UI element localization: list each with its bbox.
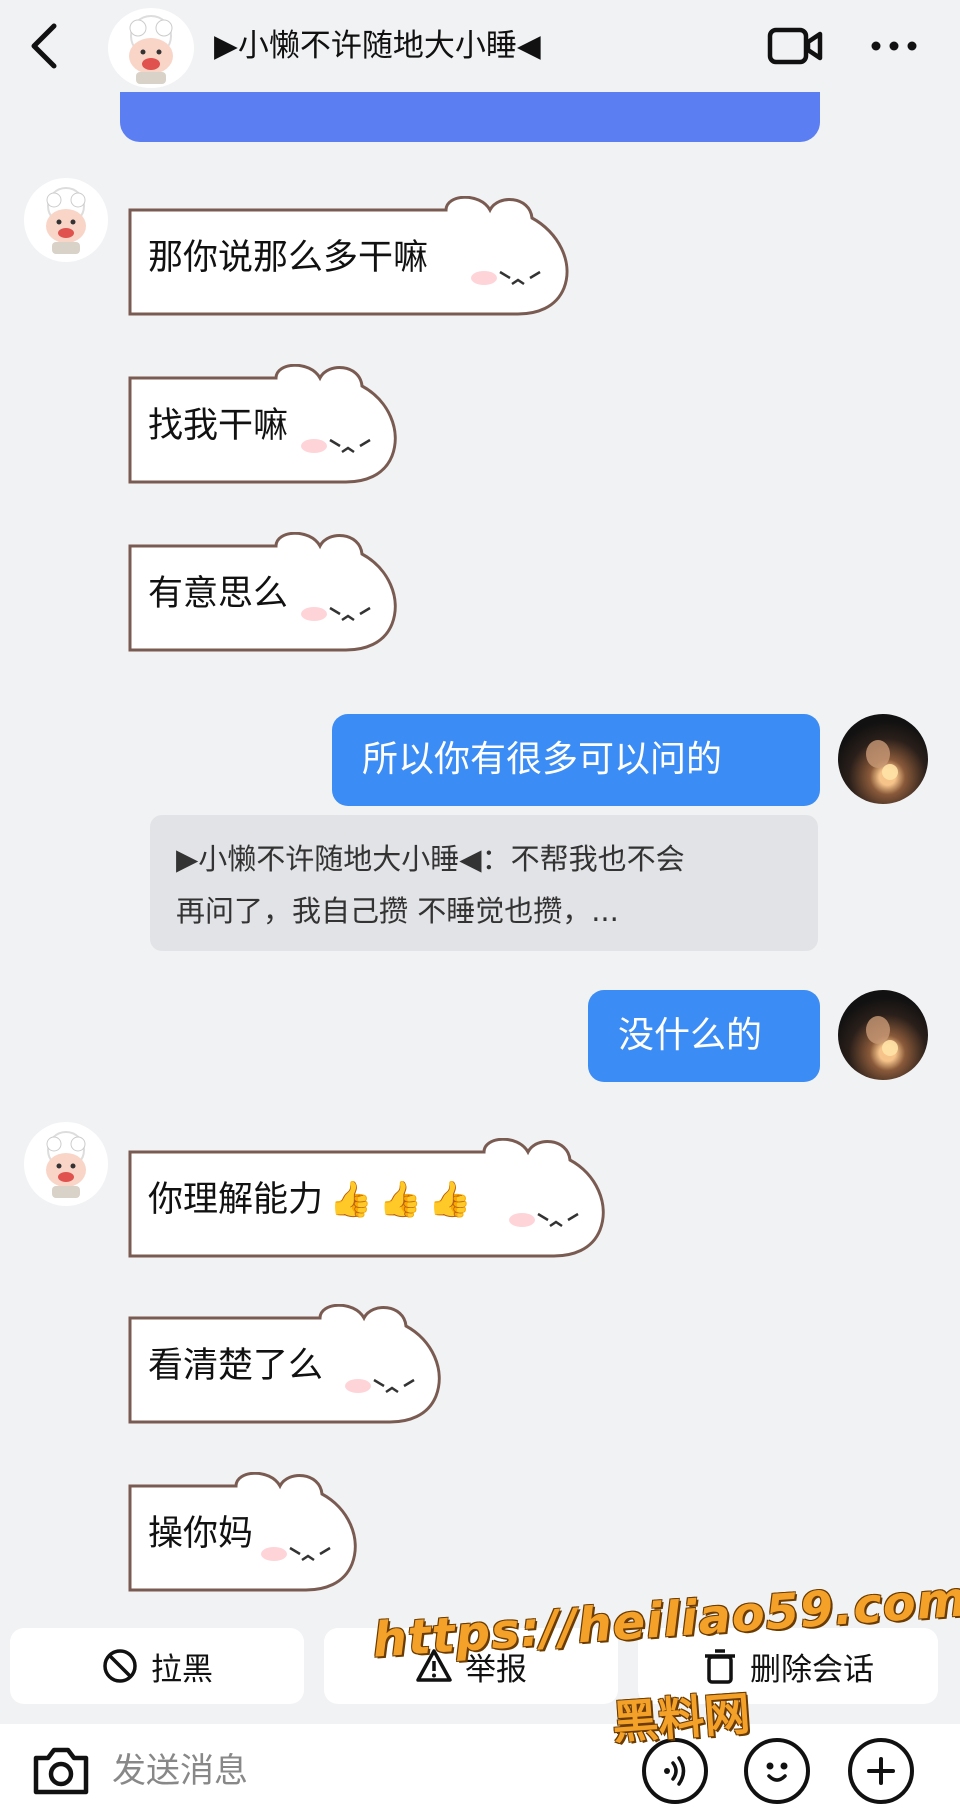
block-icon (101, 1647, 139, 1685)
sheep-avatar-icon (129, 15, 173, 84)
message-sent[interactable]: 没什么的 (588, 990, 820, 1082)
chevron-left-icon (31, 23, 57, 69)
message-input-bar (0, 1724, 960, 1816)
message-text: 你理解能力 👍👍👍 (148, 1172, 478, 1228)
message-input[interactable] (112, 1738, 612, 1804)
video-camera-icon (767, 27, 823, 65)
message-sent[interactable]: 所以你有很多可以问的 (332, 714, 820, 806)
chat-header: ▶小懒不许随地大小睡◀ (0, 0, 960, 92)
message-received[interactable]: 有意思么 (128, 532, 404, 652)
my-avatar[interactable] (838, 990, 928, 1080)
quote-line-1: ▶小懒不许随地大小睡◀：不帮我也不会 (176, 842, 685, 876)
message-received[interactable]: 那你说那么多干嘛 (128, 196, 576, 316)
message-text: 找我干嘛 (148, 406, 289, 446)
chat-title: ▶小懒不许随地大小睡◀ (214, 28, 541, 64)
quote-line-2: 再问了，我自己攒 不睡觉也攒，... (176, 894, 619, 928)
message-received[interactable]: 看清楚了么 (128, 1304, 448, 1424)
camera-button[interactable] (28, 1738, 94, 1804)
message-text: 有意思么 (148, 574, 289, 614)
message-text-main: 你理解能力 (148, 1180, 324, 1220)
delete-chat-label: 删除会话 (750, 1651, 874, 1688)
message-text: 没什么的 (618, 1015, 763, 1056)
message-text: 所以你有很多可以问的 (362, 739, 723, 780)
watermark-name: 黑料网 (610, 1686, 752, 1750)
voice-wave-icon (664, 1756, 686, 1786)
emoji-button[interactable] (744, 1738, 810, 1804)
message-received[interactable]: 找我干嘛 (128, 364, 404, 484)
back-button[interactable] (26, 20, 66, 72)
plus-icon (867, 1757, 895, 1785)
contact-avatar[interactable] (108, 8, 194, 88)
message-text: 看清楚了么 (148, 1346, 324, 1386)
contact-avatar-small[interactable] (24, 178, 108, 262)
quoted-message[interactable]: ▶小懒不许随地大小睡◀：不帮我也不会 再问了，我自己攒 不睡觉也攒，... (150, 815, 818, 951)
more-button[interactable] (866, 22, 922, 70)
message-text: 操你妈 (148, 1514, 254, 1554)
message-received[interactable]: 操你妈 (128, 1472, 364, 1592)
user-photo-icon (866, 740, 898, 780)
block-button[interactable]: 拉黑 (10, 1628, 304, 1704)
message-received[interactable]: 你理解能力 👍👍👍 (128, 1138, 612, 1258)
more-dots-icon (871, 41, 917, 51)
video-call-button[interactable] (766, 22, 826, 70)
user-photo-icon (866, 1016, 898, 1056)
add-button[interactable] (848, 1738, 914, 1804)
camera-icon (33, 1747, 89, 1795)
contact-avatar-small[interactable] (24, 1122, 108, 1206)
block-label: 拉黑 (151, 1651, 213, 1688)
my-avatar[interactable] (838, 714, 928, 804)
thumbs-up-emoji: 👍👍👍 (329, 1180, 478, 1220)
sheep-avatar-icon (46, 187, 86, 254)
message-text: 那你说那么多干嘛 (148, 238, 429, 278)
sheep-avatar-icon (46, 1131, 86, 1198)
smiley-icon (766, 1762, 788, 1782)
